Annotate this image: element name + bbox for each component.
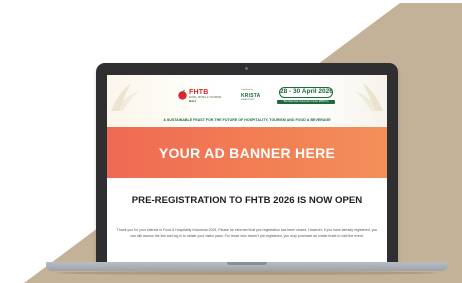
laptop-lid: FHTB FOOD, HOTEL & TOURISM BALI Organise… [96, 63, 398, 264]
palm-leaf-icon [111, 83, 139, 111]
apple-icon [178, 89, 187, 100]
event-tagline: A SUSTAINABLE FEAST FOR THE FUTURE OF HO… [163, 118, 331, 122]
ad-banner[interactable]: YOUR AD BANNER HERE [107, 127, 387, 178]
brand-name: FHTB [189, 89, 209, 96]
page-title: PRE-REGISTRATION TO FHTB 2026 IS NOW OPE… [131, 195, 363, 206]
organiser-label: Organised by [241, 89, 253, 91]
laptop-shadow [56, 271, 438, 275]
organiser-subtitle: EXHIBITIONS [241, 99, 254, 101]
laptop-base [46, 262, 448, 271]
info-paragraph: Thank you for your interest in Food & Ho… [116, 228, 378, 238]
laptop-notch [227, 262, 267, 265]
laptop-screen: FHTB FOOD, HOTEL & TOURISM BALI Organise… [107, 75, 387, 264]
palm-leaf-icon [355, 83, 383, 111]
camera-dot-icon [245, 67, 248, 70]
site-header: FHTB FOOD, HOTEL & TOURISM BALI Organise… [107, 75, 387, 127]
brand-location: BALI [189, 99, 196, 103]
event-date-badge: 28 - 30 April 2026 [279, 87, 333, 98]
ad-banner-text: YOUR AD BANNER HERE [158, 144, 336, 161]
event-venue: Bali Nusa Dua Convention Center (BNDCC) [277, 100, 335, 104]
